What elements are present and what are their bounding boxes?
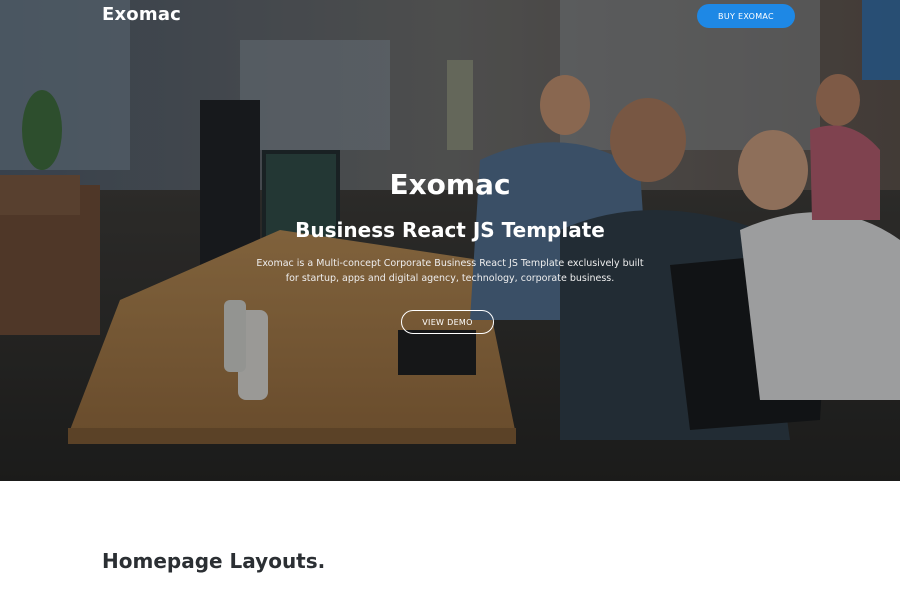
- homepage-layouts-heading: Homepage Layouts.: [102, 549, 326, 573]
- hero-section: Exomac BUY EXOMAC Exomac Business React …: [0, 0, 900, 481]
- hero-title: Exomac: [389, 168, 511, 201]
- hero-description: Exomac is a Multi-concept Corporate Busi…: [256, 258, 644, 284]
- brand-logo[interactable]: Exomac: [102, 4, 181, 25]
- hero-subtitle: Business React JS Template: [295, 218, 605, 242]
- view-demo-button[interactable]: VIEW DEMO: [401, 310, 494, 334]
- buy-exomac-button[interactable]: BUY EXOMAC: [697, 4, 795, 28]
